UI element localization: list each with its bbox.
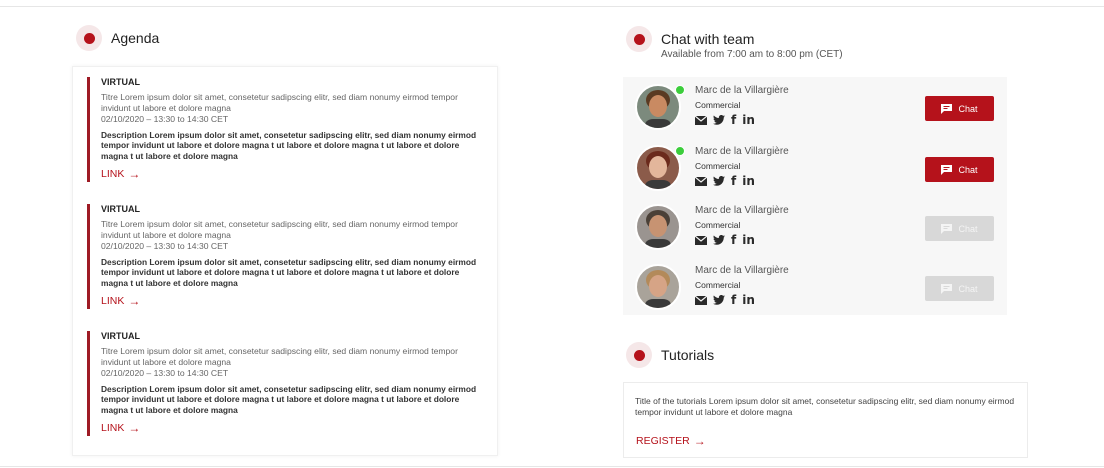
agenda-link-label: LINK (101, 295, 125, 307)
chat-bubble-icon (941, 103, 958, 114)
mail-icon[interactable] (695, 176, 707, 186)
twitter-icon[interactable] (713, 235, 725, 245)
agenda-item-type: VIRTUAL (101, 77, 140, 87)
arrow-right-icon: → (128, 167, 141, 181)
agenda-item-date: 02/10/2020 – 13:30 to 14:30 CET (101, 241, 229, 251)
mail-icon[interactable] (695, 115, 707, 125)
team-member-role: Commercial (695, 220, 741, 230)
top-divider (0, 6, 1104, 7)
team-member-name: Marc de la Villargière (695, 146, 789, 157)
chat-button[interactable]: Chat (925, 96, 994, 121)
social-links: f in (695, 114, 761, 126)
social-links: f in (695, 294, 761, 306)
agenda-bullet-icon (76, 25, 102, 51)
chat-button[interactable]: Chat (925, 216, 994, 241)
agenda-item-title: Titre Lorem ipsum dolor sit amet, conset… (101, 219, 458, 240)
chat-title: Chat with team (661, 31, 755, 47)
linkedin-icon[interactable]: in (742, 294, 755, 306)
avatar (635, 264, 681, 310)
chat-team-list: Marc de la Villargière Commercial f in Chat M… (623, 77, 1007, 315)
agenda-item-type: VIRTUAL (101, 204, 140, 214)
chat-button[interactable]: Chat (925, 276, 994, 301)
agenda-link-label: LINK (101, 422, 125, 434)
team-member-role: Commercial (695, 280, 741, 290)
online-status-icon (675, 85, 685, 95)
agenda-item-link[interactable]: LINK → (101, 167, 140, 181)
chat-button-label: Chat (958, 164, 978, 175)
social-links: f in (695, 234, 761, 246)
agenda-item: VIRTUAL Titre Lorem ipsum dolor sit amet… (87, 77, 477, 182)
chat-availability: Available from 7:00 am to 8:00 pm (CET) (661, 49, 843, 60)
team-member-name: Marc de la Villargière (695, 85, 789, 96)
agenda-link-label: LINK (101, 168, 125, 180)
agenda-item-title: Titre Lorem ipsum dolor sit amet, conset… (101, 346, 458, 367)
tutorials-header: Tutorials (626, 342, 714, 368)
chat-button-label: Chat (958, 223, 978, 234)
avatar (635, 204, 681, 250)
facebook-icon[interactable]: f (731, 114, 736, 126)
linkedin-icon[interactable]: in (742, 234, 755, 246)
agenda-item: VIRTUAL Titre Lorem ipsum dolor sit amet… (87, 204, 477, 309)
linkedin-icon[interactable]: in (742, 175, 755, 187)
bottom-divider (0, 466, 1104, 467)
tutorials-bullet-icon (626, 342, 652, 368)
arrow-right-icon: → (128, 294, 141, 308)
tutorials-title: Tutorials (661, 347, 715, 363)
agenda-item-title: Titre Lorem ipsum dolor sit amet, conset… (101, 92, 458, 113)
twitter-icon[interactable] (713, 115, 725, 125)
mail-icon[interactable] (695, 295, 707, 305)
team-member-role: Commercial (695, 161, 741, 171)
agenda-card: VIRTUAL Titre Lorem ipsum dolor sit amet… (72, 66, 498, 456)
agenda-header: Agenda (76, 25, 159, 51)
agenda-item-date: 02/10/2020 – 13:30 to 14:30 CET (101, 114, 229, 124)
chat-bullet-icon (626, 26, 652, 52)
team-member-role: Commercial (695, 100, 741, 110)
team-member-name: Marc de la Villargière (695, 265, 789, 276)
agenda-item-link[interactable]: LINK → (101, 294, 140, 308)
chat-bubble-icon (941, 283, 958, 294)
twitter-icon[interactable] (713, 295, 725, 305)
chat-bubble-icon (941, 164, 958, 175)
linkedin-icon[interactable]: in (742, 114, 755, 126)
facebook-icon[interactable]: f (731, 175, 736, 187)
chat-button[interactable]: Chat (925, 157, 994, 182)
agenda-item-description: Description Lorem ipsum dolor sit amet, … (101, 383, 477, 415)
twitter-icon[interactable] (713, 176, 725, 186)
tutorials-card: Title of the tutorials Lorem ipsum dolor… (623, 382, 1028, 458)
facebook-icon[interactable]: f (731, 294, 736, 306)
team-member-row: Marc de la Villargière Commercial f in Chat (623, 199, 1007, 255)
team-member-row: Marc de la Villargière Commercial f in Chat (623, 259, 1007, 315)
agenda-item-date: 02/10/2020 – 13:30 to 14:30 CET (101, 368, 229, 378)
agenda-item-link[interactable]: LINK → (101, 421, 140, 435)
agenda-item: VIRTUAL Titre Lorem ipsum dolor sit amet… (87, 331, 477, 436)
online-status-icon (675, 146, 685, 156)
chat-button-label: Chat (958, 283, 978, 294)
agenda-item-description: Description Lorem ipsum dolor sit amet, … (101, 256, 477, 288)
team-member-name: Marc de la Villargière (695, 205, 789, 216)
chat-button-label: Chat (958, 103, 978, 114)
facebook-icon[interactable]: f (731, 234, 736, 246)
chat-header: Chat with team Available from 7:00 am to… (626, 26, 843, 60)
agenda-title: Agenda (111, 30, 160, 46)
arrow-right-icon: → (693, 434, 706, 448)
social-links: f in (695, 175, 761, 187)
register-link[interactable]: REGISTER → (636, 434, 706, 448)
arrow-right-icon: → (128, 421, 141, 435)
team-member-row: Marc de la Villargière Commercial f in Chat (623, 79, 1007, 135)
register-label: REGISTER (636, 435, 690, 447)
team-member-row: Marc de la Villargière Commercial f in Chat (623, 140, 1007, 196)
agenda-item-description: Description Lorem ipsum dolor sit amet, … (101, 129, 477, 161)
agenda-item-type: VIRTUAL (101, 331, 140, 341)
tutorials-text: Title of the tutorials Lorem ipsum dolor… (635, 396, 1015, 417)
chat-bubble-icon (941, 223, 958, 234)
mail-icon[interactable] (695, 235, 707, 245)
